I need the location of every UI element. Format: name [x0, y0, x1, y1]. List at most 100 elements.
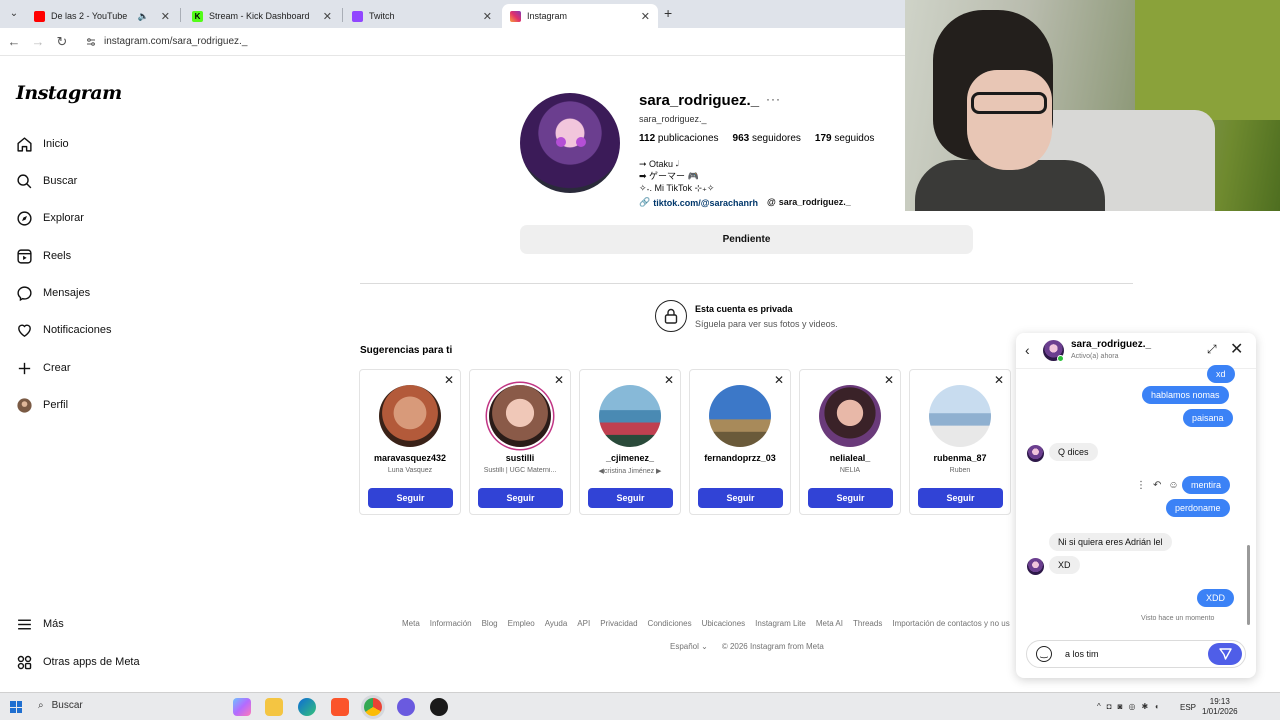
- tray-app-icon[interactable]: ◎: [1128, 702, 1135, 711]
- suggestion-card[interactable]: ✕ fernandoprzz_03 Seguir: [689, 369, 791, 515]
- message-bubble-sent[interactable]: mentira: [1182, 476, 1231, 494]
- nav-item-crear[interactable]: Crear: [16, 356, 71, 380]
- footer-link[interactable]: Meta AI: [816, 619, 843, 628]
- obs-icon[interactable]: [430, 698, 448, 716]
- bio-link[interactable]: 🔗 tiktok.com/@sarachanrh: [639, 197, 758, 208]
- tab-close-icon[interactable]: ✕: [323, 10, 332, 23]
- message-input[interactable]: ‿ a los tim: [1026, 640, 1246, 668]
- chevron-left-icon[interactable]: ‹: [1025, 342, 1030, 358]
- dismiss-icon[interactable]: ✕: [884, 373, 894, 387]
- footer-link[interactable]: Ayuda: [545, 619, 568, 628]
- nav-item-buscar[interactable]: Buscar: [16, 169, 77, 193]
- follow-button[interactable]: Seguir: [698, 488, 783, 508]
- footer-link[interactable]: Blog: [482, 619, 498, 628]
- taskbar-clock[interactable]: 19:13 1/01/2026: [1202, 697, 1238, 717]
- chat-username[interactable]: sara_rodriguez._: [1071, 339, 1151, 350]
- message-bubble-sent[interactable]: perdoname: [1166, 499, 1230, 517]
- footer-link[interactable]: API: [577, 619, 590, 628]
- suggestion-avatar[interactable]: [489, 385, 551, 447]
- following-count[interactable]: 179 seguidos: [815, 133, 875, 144]
- suggestion-username[interactable]: _cjimenez_: [580, 453, 680, 463]
- tab-close-icon[interactable]: ✕: [641, 10, 650, 23]
- message-bubble-sent[interactable]: xd: [1207, 365, 1235, 383]
- emoji-icon[interactable]: ‿: [1036, 646, 1052, 662]
- file-explorer-icon[interactable]: [265, 698, 283, 716]
- close-icon[interactable]: ✕: [1230, 339, 1243, 359]
- taskbar-search[interactable]: ⌕ Buscar: [38, 700, 83, 711]
- follow-button[interactable]: Seguir: [918, 488, 1003, 508]
- reply-icon[interactable]: ↶: [1153, 480, 1161, 491]
- react-emoji-icon[interactable]: ☺: [1168, 480, 1178, 491]
- discord-icon[interactable]: [397, 698, 415, 716]
- suggestion-card[interactable]: ✕ nelialeal_ NELIA Seguir: [799, 369, 901, 515]
- footer-link[interactable]: Información: [430, 619, 472, 628]
- message-sender-avatar[interactable]: [1027, 445, 1044, 462]
- footer-link[interactable]: Condiciones: [648, 619, 692, 628]
- follow-button[interactable]: Seguir: [808, 488, 893, 508]
- send-button[interactable]: [1208, 643, 1242, 665]
- more-options-icon[interactable]: ···: [766, 92, 781, 106]
- bluetooth-icon[interactable]: ✱: [1141, 702, 1148, 711]
- footer-link[interactable]: Importación de contactos y no us: [892, 619, 1009, 628]
- forward-arrow-icon[interactable]: →: [30, 34, 46, 49]
- footer-link[interactable]: Ubicaciones: [702, 619, 746, 628]
- brave-icon[interactable]: [331, 698, 349, 716]
- message-input-value[interactable]: a los tim: [1065, 649, 1099, 659]
- follow-button[interactable]: Seguir: [478, 488, 563, 508]
- suggestion-avatar[interactable]: [599, 385, 661, 447]
- profile-avatar[interactable]: [520, 93, 620, 193]
- tray-app-icon[interactable]: ◘: [1107, 702, 1112, 711]
- message-bubble-received[interactable]: Q dices: [1049, 443, 1098, 461]
- footer-link[interactable]: Threads: [853, 619, 882, 628]
- footer-link[interactable]: Meta: [402, 619, 420, 628]
- threads-link[interactable]: @ sara_rodriguez._: [767, 197, 851, 207]
- tab-search-icon[interactable]: ⌄: [6, 6, 22, 22]
- message-bubble-received[interactable]: XD: [1049, 556, 1080, 574]
- language-selector[interactable]: Español ⌄: [670, 642, 708, 651]
- nav-item-inicio[interactable]: Inicio: [16, 132, 69, 156]
- more-options-icon[interactable]: ⋮: [1136, 480, 1146, 491]
- dismiss-icon[interactable]: ✕: [994, 373, 1004, 387]
- nav-item-otras-apps[interactable]: Otras apps de Meta: [16, 650, 140, 674]
- expand-icon[interactable]: ⤢: [1207, 342, 1217, 357]
- footer-link[interactable]: Empleo: [508, 619, 535, 628]
- edge-icon[interactable]: [298, 698, 316, 716]
- windows-start-icon[interactable]: [10, 701, 22, 713]
- reload-icon[interactable]: ↻: [54, 34, 70, 50]
- instagram-logo[interactable]: Instagram: [16, 82, 122, 104]
- footer-link[interactable]: Instagram Lite: [755, 619, 806, 628]
- nav-item-reels[interactable]: Reels: [16, 244, 71, 268]
- message-bubble-sent[interactable]: hablamos nomas: [1142, 386, 1229, 404]
- nav-item-explorar[interactable]: Explorar: [16, 206, 84, 230]
- suggestion-username[interactable]: sustilli: [470, 453, 570, 463]
- speaker-muted-icon[interactable]: 🔈: [138, 11, 149, 22]
- footer-link[interactable]: Privacidad: [600, 619, 637, 628]
- dismiss-icon[interactable]: ✕: [444, 373, 454, 387]
- message-sender-avatar[interactable]: [1027, 558, 1044, 575]
- suggestion-avatar[interactable]: [929, 385, 991, 447]
- suggestion-avatar[interactable]: [379, 385, 441, 447]
- nav-item-mensajes[interactable]: Mensajes: [16, 281, 90, 305]
- new-tab-plus-icon[interactable]: +: [664, 5, 672, 21]
- suggestion-username[interactable]: rubenma_87: [910, 453, 1010, 463]
- tab-youtube[interactable]: De las 2 - YouTube 🔈 ✕: [26, 4, 178, 28]
- nav-item-perfil[interactable]: Perfil: [16, 393, 68, 417]
- nav-item-mas[interactable]: Más: [16, 612, 64, 636]
- suggestion-card[interactable]: ✕ rubenma_87 Ruben Seguir: [909, 369, 1011, 515]
- tab-close-icon[interactable]: ✕: [483, 10, 492, 23]
- tab-close-icon[interactable]: ✕: [161, 10, 170, 23]
- volume-icon[interactable]: ◖: [1154, 702, 1159, 711]
- tab-instagram[interactable]: Instagram ✕: [502, 4, 658, 28]
- copilot-icon[interactable]: [233, 698, 251, 716]
- back-arrow-icon[interactable]: ←: [6, 34, 22, 49]
- follow-button[interactable]: Seguir: [368, 488, 453, 508]
- address-bar[interactable]: instagram.com/sara_rodriguez._: [104, 36, 247, 47]
- tab-kick[interactable]: K Stream - Kick Dashboard ✕: [184, 4, 340, 28]
- message-bubble-sent[interactable]: XDD: [1197, 589, 1235, 607]
- suggestion-avatar[interactable]: [709, 385, 771, 447]
- pending-button[interactable]: Pendiente: [520, 225, 973, 254]
- chrome-icon[interactable]: [364, 698, 382, 716]
- chat-scrollbar[interactable]: [1247, 545, 1250, 625]
- followers-count[interactable]: 963 seguidores: [733, 133, 801, 144]
- dismiss-icon[interactable]: ✕: [774, 373, 784, 387]
